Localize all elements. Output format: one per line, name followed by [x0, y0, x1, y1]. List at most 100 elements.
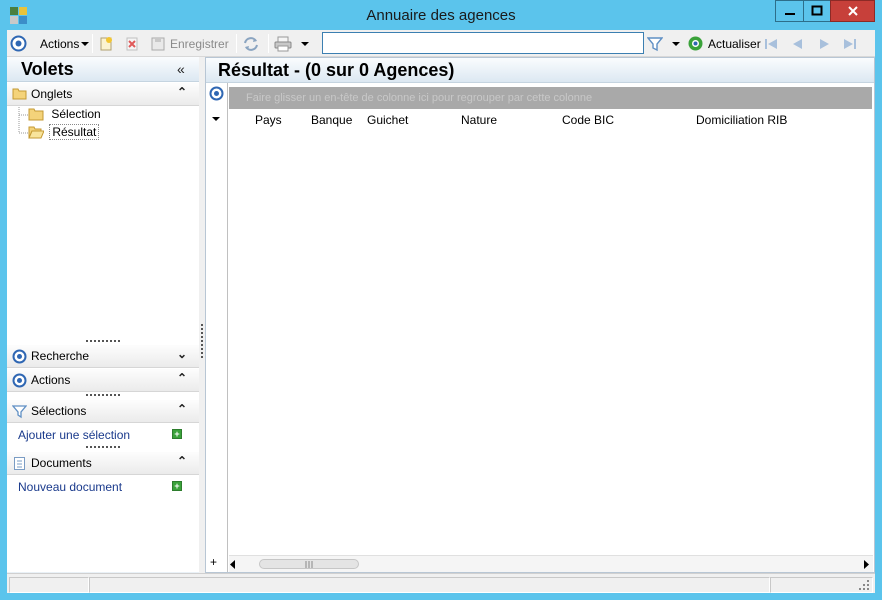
toolbar: Actions Enregistrer Actualiser — [7, 30, 875, 57]
maximize-button[interactable] — [803, 0, 831, 22]
previous-record-button[interactable] — [790, 33, 806, 54]
last-record-button[interactable] — [842, 33, 858, 54]
scroll-left-icon[interactable] — [230, 560, 236, 569]
title-bar: Annuaire des agences — [0, 0, 882, 30]
search-input[interactable] — [322, 32, 644, 54]
chevron-up-icon[interactable]: ⌃ — [177, 85, 187, 99]
client-area: Actions Enregistrer Actualiser Volets « … — [7, 30, 875, 593]
chevron-up-icon[interactable]: ⌃ — [177, 371, 187, 385]
section-selections-header[interactable]: Sélections ⌃ — [7, 400, 199, 423]
next-record-button[interactable] — [816, 33, 832, 54]
chevron-down-icon — [301, 41, 309, 46]
print-button[interactable] — [274, 33, 292, 54]
filter-button[interactable] — [647, 33, 663, 54]
toolbar-separator — [92, 34, 93, 53]
filter-icon — [647, 36, 663, 51]
tree-item-selection-label: Sélection — [51, 107, 101, 121]
new-button[interactable] — [98, 33, 114, 54]
target-icon[interactable] — [209, 86, 224, 101]
resize-grip[interactable] — [86, 446, 120, 449]
scrollbar-thumb[interactable] — [259, 559, 359, 569]
new-document-plus-icon[interactable]: + — [172, 481, 182, 491]
delete-button[interactable] — [124, 33, 140, 54]
grid-column-headers: Pays Banque Guichet Nature Code BIC Domi… — [229, 111, 872, 129]
resize-grip[interactable] — [86, 394, 120, 397]
group-by-area[interactable]: Faire glisser un en-tête de colonne ici … — [229, 87, 872, 109]
toolbar-separator — [236, 34, 237, 53]
scroll-right-icon[interactable] — [864, 560, 870, 569]
add-selection-link[interactable]: Ajouter une sélection — [18, 428, 130, 442]
save-button[interactable]: Enregistrer — [150, 33, 229, 54]
section-actions-header[interactable]: Actions ⌃ — [7, 369, 199, 392]
section-onglets-header[interactable]: Onglets ⌃ — [7, 83, 199, 106]
result-panel: Résultat - (0 sur 0 Agences) + Faire gli… — [205, 57, 875, 573]
tree-item-resultat[interactable]: Résultat — [28, 124, 100, 140]
result-title: Résultat - (0 sur 0 Agences) — [218, 60, 455, 80]
horizontal-scrollbar[interactable] — [229, 555, 873, 572]
resize-grip-icon[interactable] — [859, 580, 870, 591]
chevron-up-icon[interactable]: ⌃ — [177, 402, 187, 416]
add-row-button[interactable]: + — [210, 555, 217, 569]
sync-button[interactable] — [242, 33, 260, 54]
section-recherche-header[interactable]: Recherche ⌄ — [7, 345, 199, 368]
result-header: Résultat - (0 sur 0 Agences) — [206, 58, 874, 83]
window-title: Annuaire des agences — [366, 7, 516, 24]
next-icon — [820, 38, 829, 49]
target-icon — [10, 35, 27, 52]
target-icon — [12, 373, 27, 388]
column-header-code-bic[interactable]: Code BIC — [562, 113, 614, 127]
chevron-up-icon[interactable]: ⌃ — [177, 454, 187, 468]
filter-icon — [12, 405, 27, 419]
chevron-down-icon — [672, 41, 680, 46]
actions-menu-label: Actions — [40, 36, 80, 51]
status-pane — [770, 577, 873, 593]
refresh-button[interactable]: Actualiser — [687, 33, 761, 54]
save-button-label: Enregistrer — [170, 36, 229, 51]
target-icon — [12, 349, 27, 364]
column-header-banque[interactable]: Banque — [311, 113, 352, 127]
chevron-down-icon[interactable]: ⌄ — [177, 347, 187, 361]
section-documents-header[interactable]: Documents ⌃ — [7, 452, 199, 475]
close-button[interactable] — [830, 0, 875, 22]
add-selection-plus-icon[interactable]: + — [172, 429, 182, 439]
section-recherche-label: Recherche — [31, 349, 90, 363]
first-record-button[interactable] — [763, 33, 779, 54]
chevron-down-icon[interactable] — [212, 116, 220, 122]
refresh-button-label: Actualiser — [708, 36, 761, 51]
print-options-dropdown[interactable] — [301, 33, 309, 54]
new-document-link[interactable]: Nouveau document — [18, 480, 122, 494]
panes-title: Volets — [21, 59, 74, 79]
close-icon — [847, 6, 858, 16]
section-actions-label: Actions — [31, 373, 71, 387]
folder-icon — [12, 88, 27, 100]
grip-icon — [305, 561, 313, 568]
refresh-icon — [688, 36, 703, 51]
filter-options-dropdown[interactable] — [672, 33, 680, 54]
document-icon — [14, 457, 25, 470]
grid-row-gutter: + — [206, 83, 228, 572]
tree-item-resultat-label: Résultat — [49, 124, 100, 140]
status-pane — [89, 577, 770, 593]
resize-grip[interactable] — [86, 340, 120, 343]
collapse-panes-button[interactable]: « — [177, 61, 185, 77]
column-header-pays[interactable]: Pays — [255, 113, 282, 127]
actions-menu-button[interactable]: Actions — [40, 33, 90, 54]
minimize-icon — [784, 13, 795, 15]
application-window: Annuaire des agences Actions Enregistrer… — [0, 0, 882, 600]
tree-item-selection[interactable]: Sélection — [28, 107, 101, 121]
first-icon — [765, 38, 777, 49]
section-selections-label: Sélections — [31, 404, 87, 418]
minimize-button[interactable] — [775, 0, 804, 22]
column-header-guichet[interactable]: Guichet — [367, 113, 408, 127]
chevron-down-icon — [81, 41, 90, 46]
panes-header: Volets « — [7, 57, 199, 82]
column-header-nature[interactable]: Nature — [461, 113, 497, 127]
splitter-grip — [201, 324, 203, 360]
panes-panel: Volets « Onglets ⌃ Sélection Résultat Re… — [7, 57, 199, 593]
column-header-domiciliation-rib[interactable]: Domiciliation RIB — [696, 113, 787, 127]
sync-icon — [244, 36, 258, 51]
target-button[interactable] — [10, 33, 27, 54]
maximize-icon — [811, 5, 823, 16]
status-pane — [9, 577, 89, 593]
section-documents-label: Documents — [31, 456, 92, 470]
